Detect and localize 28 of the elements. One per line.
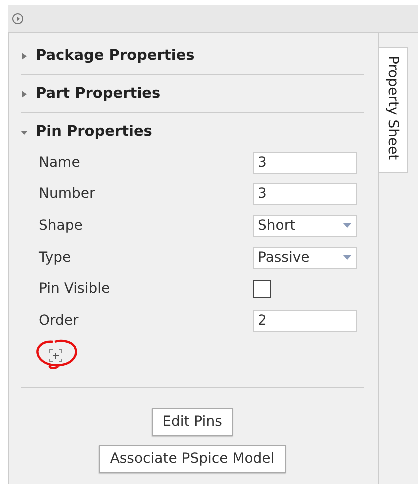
play-icon[interactable]	[12, 12, 24, 24]
expanded-triangle-icon[interactable]	[21, 128, 29, 136]
collapsed-triangle-icon[interactable]	[21, 52, 29, 60]
dropdown[interactable]: Passive	[253, 246, 357, 269]
dropdown[interactable]: Short	[253, 214, 357, 237]
property-label: Shape	[39, 218, 84, 234]
checkbox[interactable]	[253, 280, 271, 298]
section-header[interactable]: Package Properties	[21, 41, 195, 71]
section-header[interactable]: Pin Properties	[21, 117, 152, 147]
property-label: Type	[39, 250, 72, 266]
property-label: Number	[39, 186, 96, 202]
property-label: Name	[39, 154, 82, 171]
property-label: Pin Visible	[39, 281, 112, 298]
input-field[interactable]: 3	[253, 183, 357, 206]
add-icon[interactable]	[49, 348, 63, 363]
section-title: Pin Properties	[36, 124, 152, 140]
dropdown-arrow-icon	[343, 255, 352, 260]
section-title: Package Properties	[36, 48, 195, 64]
section-title: Part Properties	[36, 86, 161, 102]
collapsed-triangle-icon[interactable]	[21, 90, 29, 98]
dropdown-arrow-icon	[343, 223, 352, 228]
property-label: Order	[39, 312, 80, 329]
action-button[interactable]: Edit Pins	[152, 408, 234, 436]
section-header[interactable]: Part Properties	[21, 79, 161, 109]
side-tab[interactable]: Property Sheet	[379, 47, 408, 173]
input-field[interactable]: 3	[253, 152, 357, 174]
input-field[interactable]: 2	[253, 310, 357, 332]
action-button[interactable]: Associate PSpice Model	[99, 444, 286, 473]
